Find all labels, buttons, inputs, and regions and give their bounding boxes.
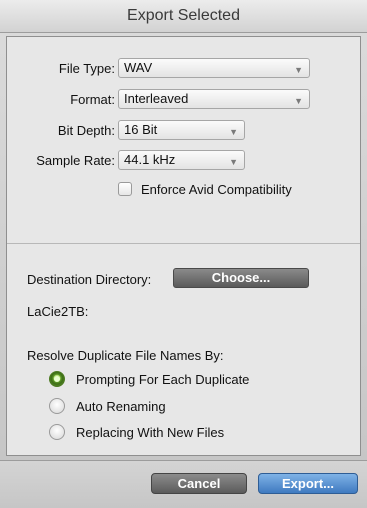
export-button[interactable]: Export... [258, 473, 358, 494]
sample-rate-row: Sample Rate: [7, 150, 115, 172]
format-value: Interleaved [124, 91, 189, 106]
radio-button-selected[interactable] [49, 371, 65, 387]
window-title: Export Selected [0, 0, 367, 33]
radio-button[interactable] [49, 398, 65, 414]
format-row: Format: [7, 89, 115, 111]
radio-button[interactable] [49, 424, 65, 440]
bit-depth-select[interactable]: 16 Bit ▼ [118, 120, 245, 140]
radio-prompting-label: Prompting For Each Duplicate [76, 372, 250, 387]
bit-depth-label: Bit Depth: [57, 123, 115, 138]
bit-depth-row: Bit Depth: [7, 120, 115, 142]
sample-rate-select[interactable]: 44.1 kHz ▼ [118, 150, 245, 170]
chevron-down-icon: ▼ [294, 96, 303, 106]
choose-button[interactable]: Choose... [173, 268, 309, 288]
chevron-down-icon: ▼ [229, 127, 238, 137]
enforce-avid-label: Enforce Avid Compatibility [141, 182, 292, 197]
section-divider [7, 243, 360, 244]
dialog-footer: Cancel Export... [0, 460, 367, 508]
export-selected-dialog: Export Selected File Type: WAV ▼ Format:… [0, 0, 367, 508]
radio-auto-renaming-label: Auto Renaming [76, 399, 166, 414]
file-type-select[interactable]: WAV ▼ [118, 58, 310, 78]
format-label: Format: [70, 92, 115, 107]
cancel-button[interactable]: Cancel [151, 473, 247, 494]
chevron-down-icon: ▼ [294, 65, 303, 75]
file-type-row: File Type: [7, 58, 115, 80]
sample-rate-value: 44.1 kHz [124, 152, 176, 167]
radio-replacing-label: Replacing With New Files [76, 425, 225, 440]
bit-depth-value: 16 Bit [124, 122, 158, 137]
destination-path: LaCie2TB: [27, 304, 89, 319]
file-type-value: WAV [124, 60, 153, 75]
destination-directory-label: Destination Directory: [27, 272, 152, 287]
file-type-label: File Type: [58, 61, 115, 76]
sample-rate-label: Sample Rate: [36, 153, 115, 168]
chevron-down-icon: ▼ [229, 157, 238, 167]
format-select[interactable]: Interleaved ▼ [118, 89, 310, 109]
enforce-avid-checkbox[interactable] [118, 182, 132, 196]
export-settings-panel: File Type: WAV ▼ Format: Interleaved ▼ B… [6, 36, 361, 456]
resolve-duplicates-label: Resolve Duplicate File Names By: [27, 348, 224, 363]
